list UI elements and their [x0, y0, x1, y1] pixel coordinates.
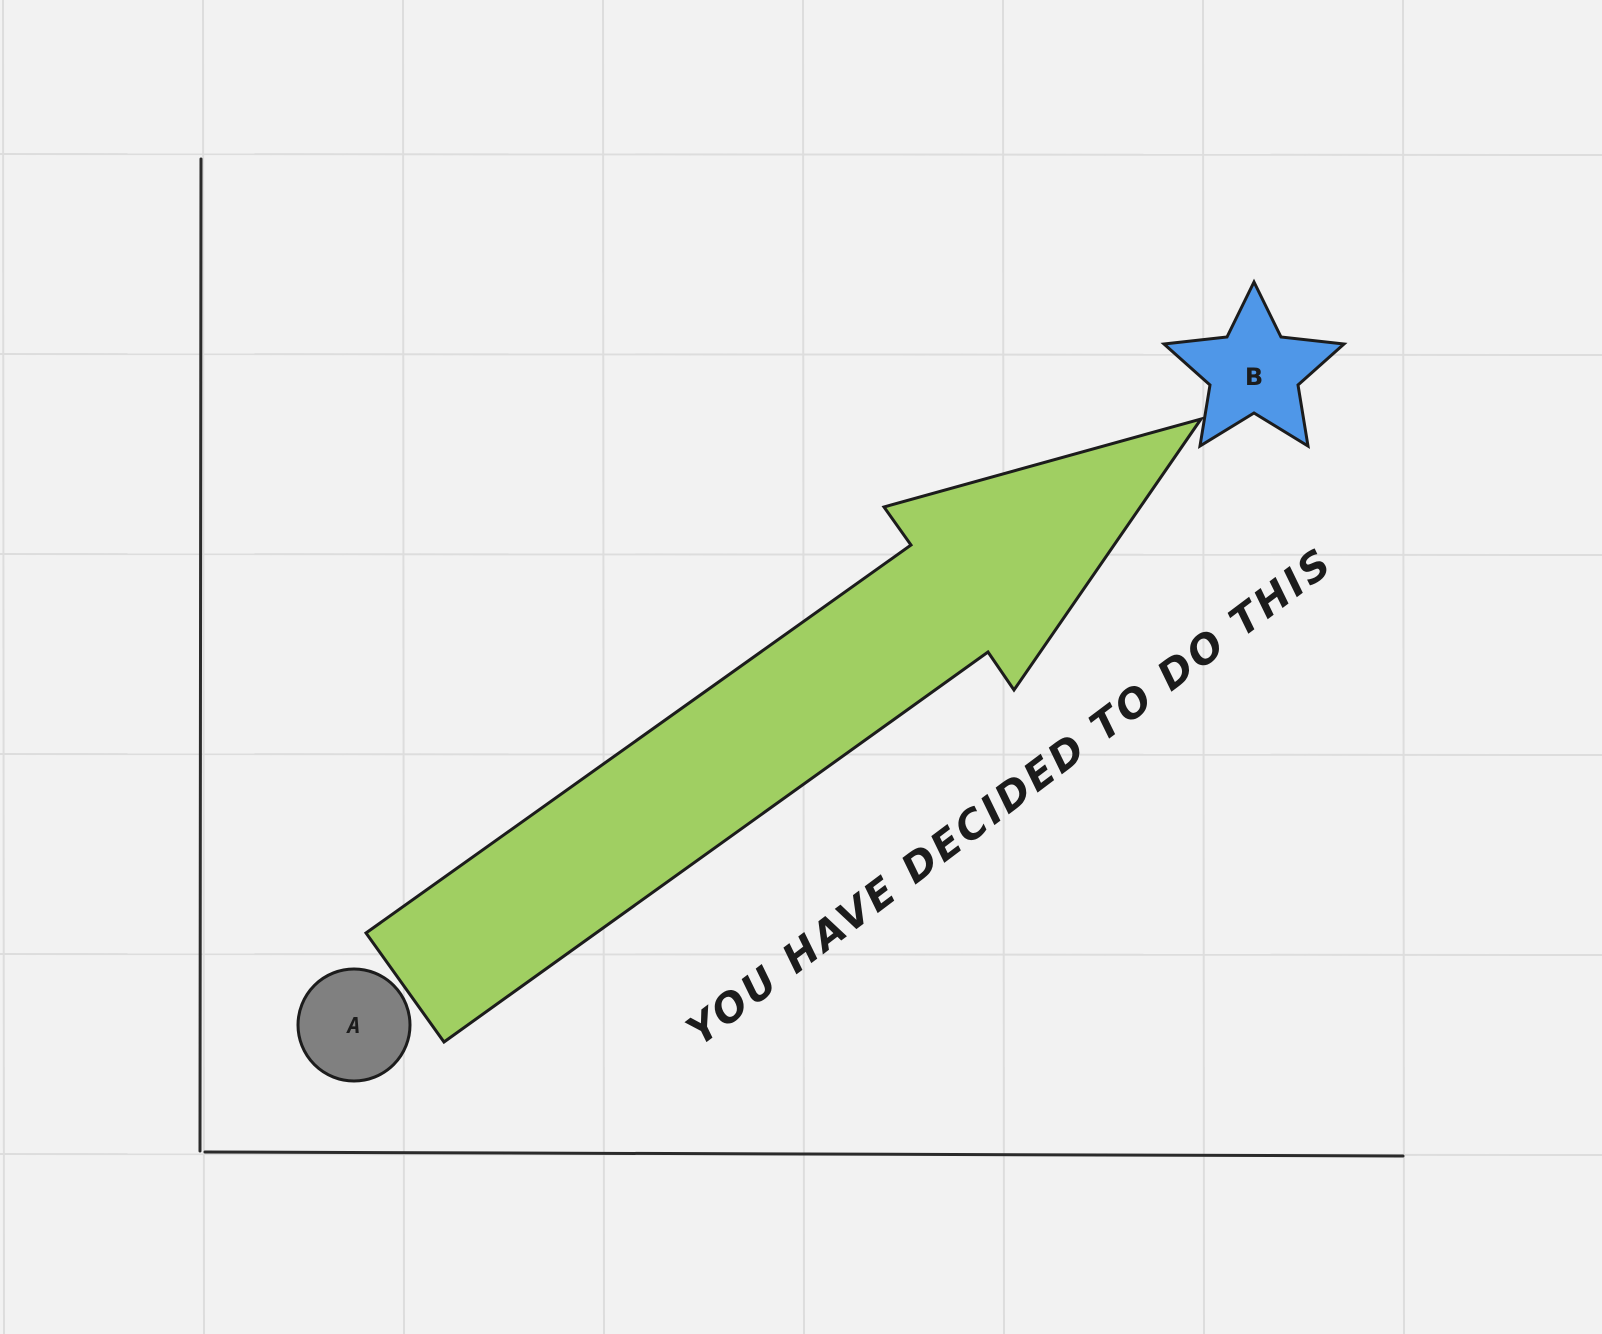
grid-line-vertical: [1402, 0, 1405, 1334]
x-axis-line: [203, 1150, 1405, 1158]
y-axis-line: [198, 157, 203, 1153]
grid-line-vertical: [202, 0, 205, 1334]
grid-line-horizontal: [0, 153, 1602, 156]
grid-line-vertical: [2, 0, 5, 1334]
grid-line-horizontal: [0, 553, 1602, 556]
start-node-label: A: [345, 1014, 360, 1039]
start-node[interactable]: A: [296, 967, 412, 1083]
grid-line-vertical: [402, 0, 405, 1334]
grid-line-horizontal: [0, 353, 1602, 356]
end-node-label: B: [1245, 363, 1263, 391]
whiteboard-canvas[interactable]: A B YOU HAVE DECIDED TO DO THIS: [0, 0, 1602, 1334]
grid-line-vertical: [602, 0, 605, 1334]
diagram-svg: A B YOU HAVE DECIDED TO DO THIS: [0, 0, 1602, 1334]
